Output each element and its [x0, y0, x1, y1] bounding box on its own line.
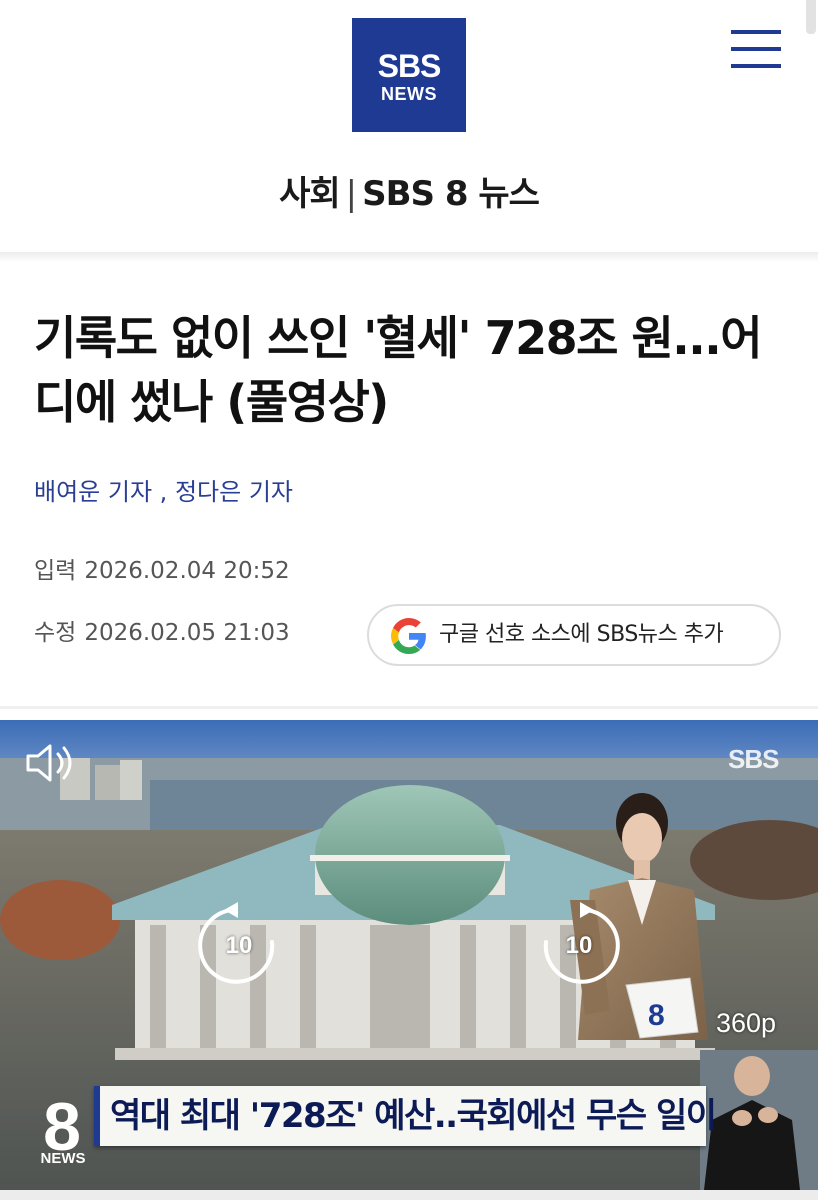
scrollbar[interactable]: [806, 0, 816, 34]
input-date-label: 입력: [34, 558, 77, 584]
reporter-separator: ,: [159, 478, 168, 506]
add-google-preferred-source-button[interactable]: 구글 선호 소스에 SBS뉴스 추가: [367, 604, 781, 666]
svg-text:8: 8: [648, 999, 665, 1032]
quality-selector[interactable]: 360p: [716, 1008, 776, 1039]
article-headline: 기록도 없이 쓰인 '혈세' 728조 원...어디에 썼나 (풀영상): [34, 311, 763, 429]
caption-accent: [94, 1086, 100, 1146]
header-divider: [0, 252, 818, 262]
content-divider: [0, 706, 818, 709]
sbs-watermark: SBS: [728, 744, 779, 774]
sbs-news-logo[interactable]: SBS NEWS: [352, 18, 466, 132]
rewind-seconds: 10: [225, 932, 253, 959]
logo-text-news: NEWS: [381, 84, 437, 104]
reporter-link[interactable]: 배여운 기자: [34, 478, 152, 506]
forward-seconds: 10: [565, 932, 593, 959]
reporter-link[interactable]: 정다은 기자: [175, 478, 293, 506]
input-date: 입력 2026.02.04 20:52: [34, 556, 290, 586]
forward-10-button[interactable]: 10: [534, 902, 624, 992]
bottom-divider: [0, 1190, 818, 1200]
google-button-label: 구글 선호 소스에 SBS뉴스 추가: [439, 622, 724, 647]
rewind-10-button[interactable]: 10: [194, 902, 284, 992]
input-date-value: 2026.02.04 20:52: [84, 558, 290, 584]
news-caption: 역대 최대 '728조' 예산..국회에선 무슨 일이: [110, 1096, 717, 1136]
google-g-icon: [391, 618, 426, 654]
section-name[interactable]: 사회: [279, 174, 341, 214]
breadcrumb-separator: |: [345, 174, 358, 214]
program-name[interactable]: SBS 8 뉴스: [362, 174, 540, 214]
modified-date-label: 수정: [34, 620, 77, 646]
site-header: SBS NEWS 사회 | SBS 8 뉴스: [0, 0, 818, 252]
program-logo-text: NEWS: [40, 1150, 86, 1167]
reporter-list: 배여운 기자 , 정다은 기자: [34, 474, 293, 510]
news-caption-bar: 역대 최대 '728조' 예산..국회에선 무슨 일이: [94, 1086, 717, 1146]
section-breadcrumb: 사회 | SBS 8 뉴스: [0, 172, 818, 216]
modified-date: 수정 2026.02.05 21:03: [34, 618, 290, 648]
speaker-muted-icon[interactable]: [22, 740, 78, 786]
logo-text-sbs: SBS: [377, 48, 442, 84]
modified-date-value: 2026.02.05 21:03: [84, 620, 290, 646]
hamburger-menu-icon[interactable]: [728, 28, 784, 70]
